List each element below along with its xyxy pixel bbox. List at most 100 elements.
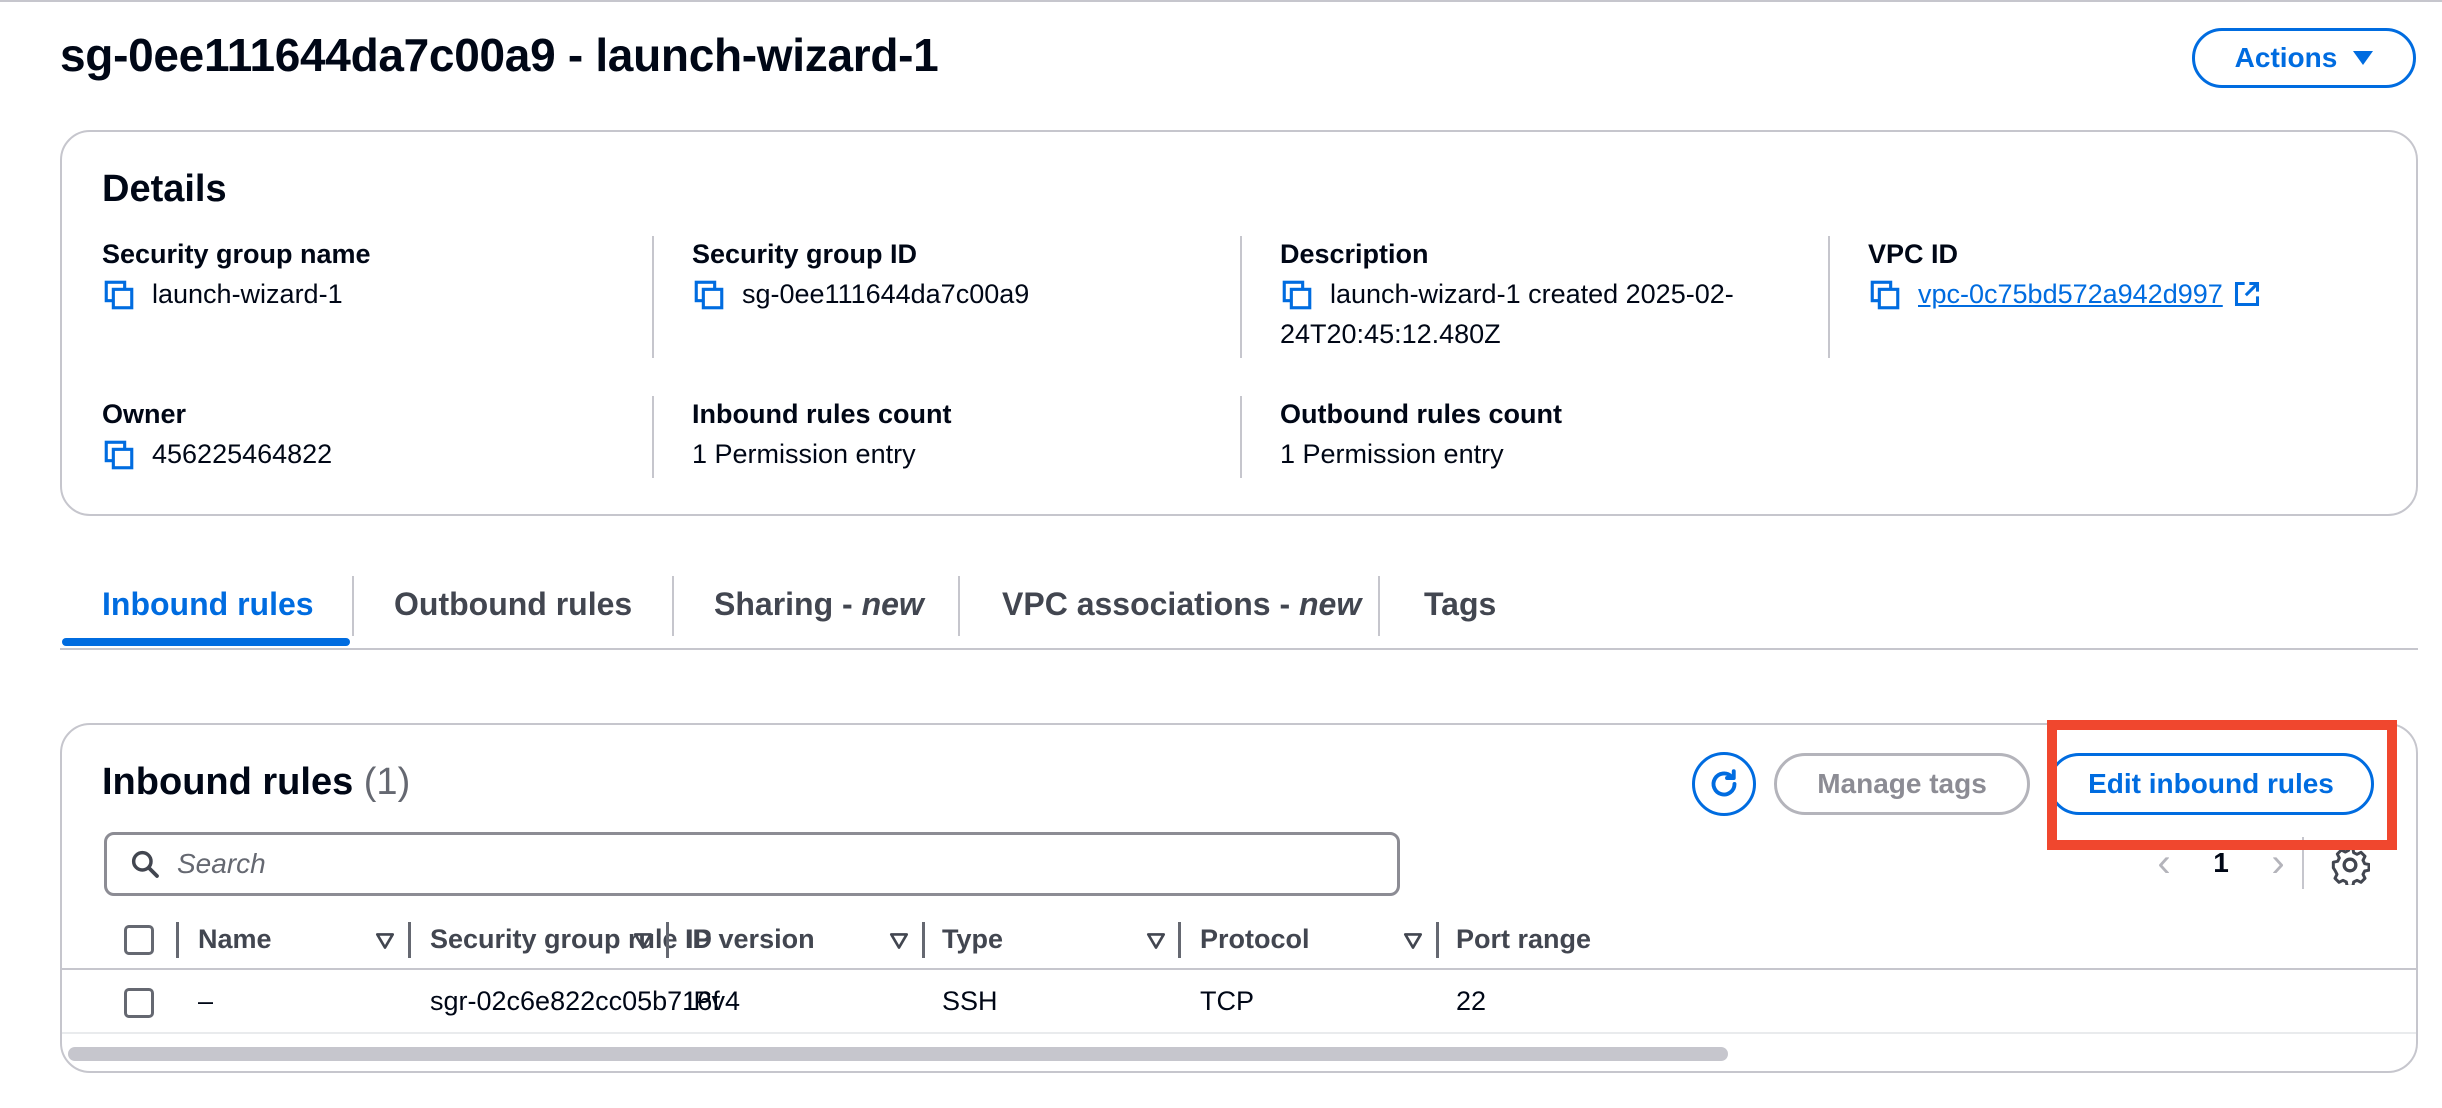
owner-value: 456225464822 xyxy=(152,439,333,469)
table-row[interactable]: – sgr-02c6e822cc05b716f IPv4 SSH TCP 22 xyxy=(62,972,2416,1034)
description-value-line2: 24T20:45:12.480Z xyxy=(1280,319,1501,349)
tab-outbound-rules[interactable]: Outbound rules xyxy=(394,586,632,623)
caret-down-icon xyxy=(2353,51,2374,65)
cell-rule-id: sgr-02c6e822cc05b716f xyxy=(430,986,720,1016)
tab-inbound-rules[interactable]: Inbound rules xyxy=(102,586,314,623)
outbound-rules-count-value: 1 Permission entry xyxy=(1280,439,1504,469)
details-heading: Details xyxy=(102,168,227,210)
column-resizer[interactable] xyxy=(1178,922,1181,958)
security-group-id-value: sg-0ee111644da7c00a9 xyxy=(742,279,1030,309)
column-resizer[interactable] xyxy=(666,922,669,958)
tab-bar: Inbound rules Outbound rules Sharing - n… xyxy=(60,570,2418,650)
column-divider xyxy=(1240,396,1242,478)
table-header: Name Security group rule ID IP version T… xyxy=(62,910,2416,970)
inbound-rules-panel: Inbound rules (1) Manage tags Edit inbou… xyxy=(60,723,2418,1073)
inbound-rules-title: Inbound rules xyxy=(102,761,354,803)
owner-field: Owner 456225464822 xyxy=(102,396,332,474)
refresh-button[interactable] xyxy=(1692,752,1756,816)
vpc-id-link[interactable]: vpc-0c75bd572a942d997 xyxy=(1918,274,2261,314)
horizontal-scrollbar[interactable] xyxy=(68,1047,1728,1061)
search-input[interactable] xyxy=(177,848,1357,880)
active-tab-indicator xyxy=(62,638,350,646)
page-number[interactable]: 1 xyxy=(2186,847,2256,879)
select-all-checkbox[interactable] xyxy=(124,925,154,955)
column-header-ip-version[interactable]: IP version xyxy=(686,924,815,955)
cell-ip-version: IPv4 xyxy=(686,986,741,1016)
tab-tags[interactable]: Tags xyxy=(1424,586,1496,623)
cell-type: SSH xyxy=(942,986,998,1016)
actions-button[interactable]: Actions xyxy=(2192,28,2416,88)
security-group-id-label: Security group ID xyxy=(692,239,918,269)
tab-separator xyxy=(1378,576,1380,636)
copy-icon[interactable] xyxy=(102,278,136,312)
pagination: ‹ 1 › xyxy=(2142,833,2300,893)
column-divider xyxy=(1828,236,1830,358)
vpc-id-label: VPC ID xyxy=(1868,239,1959,269)
inbound-rules-count: (1) xyxy=(363,761,411,803)
column-header-rule-id[interactable]: Security group rule ID xyxy=(430,924,712,955)
description-field: Description launch-wizard-1 created 2025… xyxy=(1280,236,1734,354)
tab-separator xyxy=(352,576,354,636)
sort-triangle-icon[interactable] xyxy=(1145,930,1167,952)
inbound-rules-heading: Inbound rules (1) xyxy=(102,761,410,804)
new-badge: new xyxy=(1298,586,1362,622)
cell-protocol: TCP xyxy=(1200,986,1254,1016)
tab-sharing[interactable]: Sharing - new xyxy=(714,586,924,623)
cell-name: – xyxy=(198,986,214,1016)
sort-triangle-icon[interactable] xyxy=(888,930,910,952)
copy-icon[interactable] xyxy=(692,278,726,312)
search-icon xyxy=(131,850,159,878)
external-link-icon xyxy=(2234,281,2259,307)
owner-label: Owner xyxy=(102,399,187,429)
tab-vpc-associations[interactable]: VPC associations - new xyxy=(1002,586,1361,623)
copy-icon[interactable] xyxy=(102,438,136,472)
sort-triangle-icon[interactable] xyxy=(1402,930,1424,952)
copy-icon[interactable] xyxy=(1868,278,1902,312)
pager-divider xyxy=(2302,837,2304,889)
column-header-type[interactable]: Type xyxy=(942,924,1003,955)
chevron-right-icon[interactable]: › xyxy=(2256,841,2300,886)
column-resizer[interactable] xyxy=(408,922,411,958)
column-header-port-range[interactable]: Port range xyxy=(1456,924,1591,955)
tab-label: VPC associations - xyxy=(1002,586,1299,622)
outbound-rules-count-label: Outbound rules count xyxy=(1280,399,1562,429)
security-group-name-field: Security group name launch-wizard-1 xyxy=(102,236,371,314)
vpc-id-value: vpc-0c75bd572a942d997 xyxy=(1918,279,2223,309)
cell-port-range: 22 xyxy=(1456,986,1487,1016)
description-value-line1: launch-wizard-1 created 2025-02- xyxy=(1330,279,1734,309)
security-group-name-label: Security group name xyxy=(102,239,371,269)
sort-triangle-icon[interactable] xyxy=(374,930,396,952)
column-resizer[interactable] xyxy=(176,922,179,958)
new-badge: new xyxy=(861,586,924,622)
security-group-name-value: launch-wizard-1 xyxy=(152,279,343,309)
edit-inbound-rules-button[interactable]: Edit inbound rules xyxy=(2048,753,2374,815)
tab-label: Tags xyxy=(1424,586,1497,622)
sort-triangle-icon[interactable] xyxy=(632,930,654,952)
column-divider xyxy=(1240,236,1242,358)
inbound-rules-count-value: 1 Permission entry xyxy=(692,439,916,469)
row-checkbox[interactable] xyxy=(124,988,154,1018)
inbound-rules-count-label: Inbound rules count xyxy=(692,399,952,429)
inbound-rules-count-field: Inbound rules count 1 Permission entry xyxy=(692,396,951,474)
manage-tags-button: Manage tags xyxy=(1774,753,2030,815)
column-divider xyxy=(652,236,654,358)
tab-label: Inbound rules xyxy=(102,586,314,622)
description-label: Description xyxy=(1280,239,1429,269)
column-divider xyxy=(652,396,654,478)
search-field[interactable] xyxy=(104,832,1400,896)
tab-separator xyxy=(672,576,674,636)
page-title: sg-0ee111644da7c00a9 - launch-wizard-1 xyxy=(60,29,939,81)
actions-label: Actions xyxy=(2234,42,2338,73)
column-header-name[interactable]: Name xyxy=(198,924,272,955)
top-border xyxy=(0,0,2442,2)
column-resizer[interactable] xyxy=(922,922,925,958)
tab-separator xyxy=(958,576,960,636)
chevron-left-icon[interactable]: ‹ xyxy=(2142,841,2186,886)
settings-gear-icon[interactable] xyxy=(2330,845,2370,885)
column-header-protocol[interactable]: Protocol xyxy=(1200,924,1310,955)
refresh-icon xyxy=(1711,769,1737,797)
tab-label: Sharing - xyxy=(714,586,862,622)
copy-icon[interactable] xyxy=(1280,278,1314,312)
outbound-rules-count-field: Outbound rules count 1 Permission entry xyxy=(1280,396,1562,474)
column-resizer[interactable] xyxy=(1436,922,1439,958)
